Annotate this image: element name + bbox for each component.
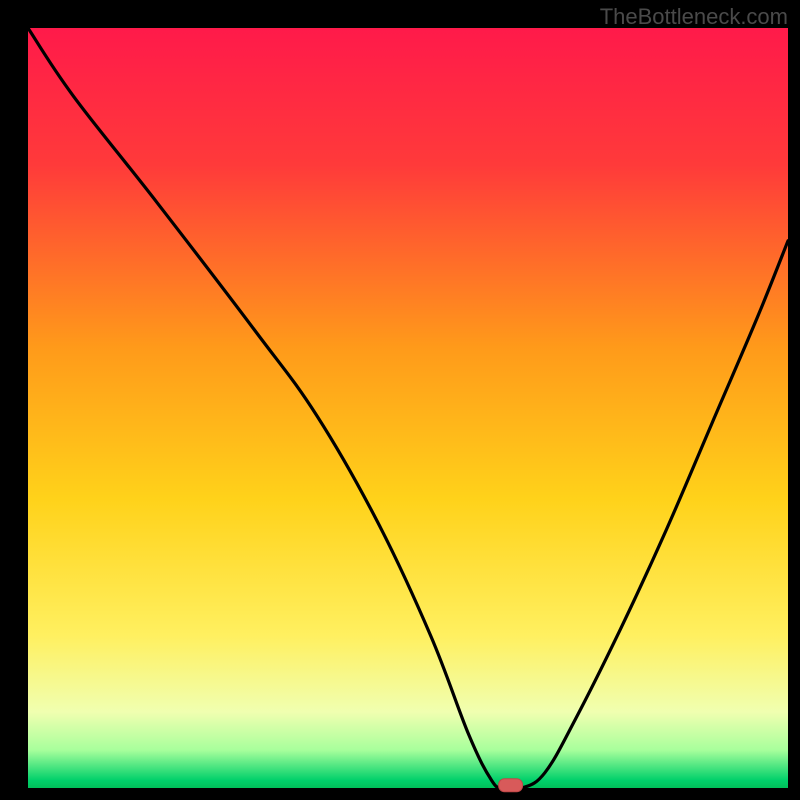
bottleneck-chart-svg: [0, 0, 800, 800]
plot-background: [28, 28, 788, 788]
optimal-marker: [499, 779, 523, 792]
chart-container: TheBottleneck.com: [0, 0, 800, 800]
